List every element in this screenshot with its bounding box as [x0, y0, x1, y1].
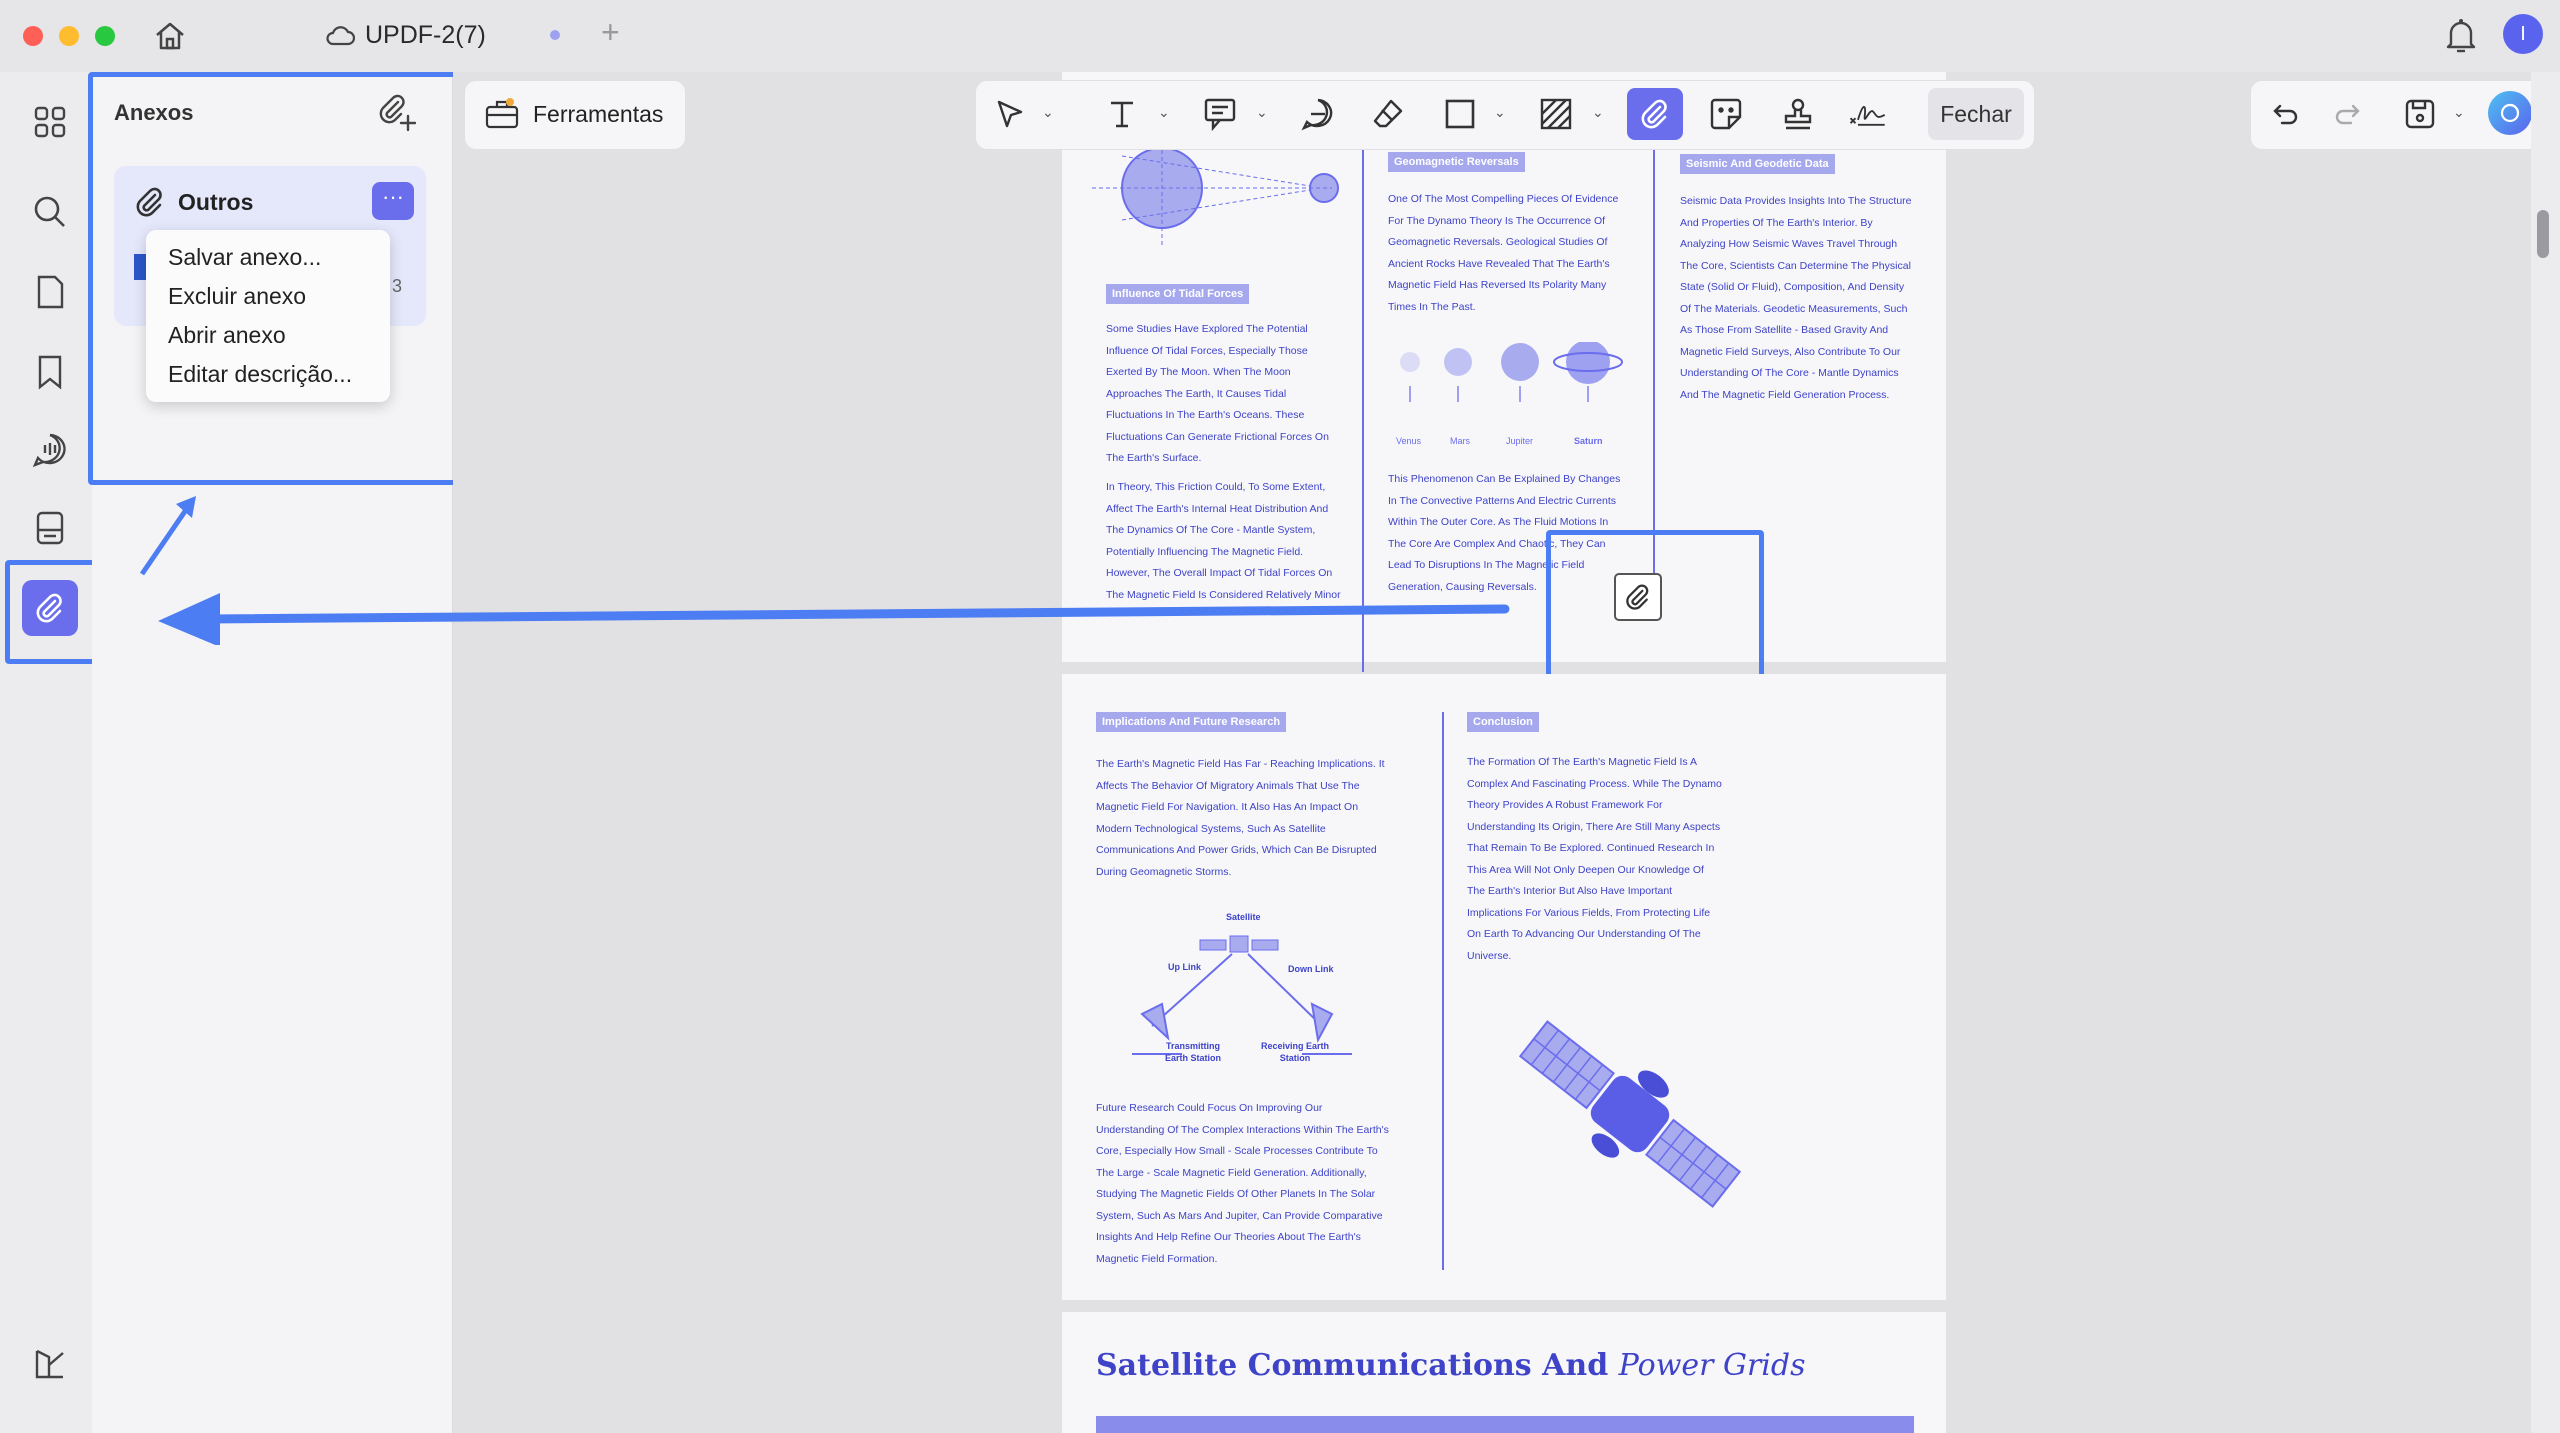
ai-assistant-icon[interactable]	[2488, 91, 2532, 135]
title-bar: UPDF-2(7) + I	[0, 0, 2560, 72]
left-rail	[0, 72, 113, 1433]
heading-implications: Implications And Future Research	[1096, 712, 1287, 732]
document-tab-title[interactable]: UPDF-2(7)	[365, 21, 486, 50]
zoom-window-button[interactable]	[95, 26, 115, 46]
eraser-icon[interactable]	[1368, 94, 1408, 134]
pdf-page-3: Satellite Communications And Power Grids	[1062, 1312, 1946, 1433]
vertical-scrollbar[interactable]	[2531, 72, 2560, 1433]
attachment-tool-button[interactable]	[1627, 88, 1683, 140]
paperclip-icon	[36, 593, 62, 623]
stamp-icon[interactable]	[1778, 94, 1818, 134]
toolbox-icon	[484, 96, 520, 135]
home-icon[interactable]	[152, 18, 188, 59]
comment-bubble-icon[interactable]	[1298, 94, 1338, 134]
thumbnails-grid-icon[interactable]	[22, 94, 78, 150]
minimize-window-button[interactable]	[59, 26, 79, 46]
label-receiving-station: Receiving Earth Station	[1260, 1041, 1330, 1063]
label-up-link: Up Link	[1168, 962, 1201, 972]
tidal-forces-diagram	[1092, 136, 1339, 246]
signature-icon[interactable]	[1848, 94, 1888, 134]
chevron-down-icon[interactable]: ⌄	[2453, 104, 2465, 121]
bookmark-icon[interactable]	[22, 344, 78, 400]
para-implications-2: Future Research Could Focus On Improving…	[1096, 1102, 1389, 1265]
label-satellite: Satellite	[1226, 912, 1261, 922]
close-annotation-label: Fechar	[1940, 101, 2012, 127]
panel-layout-icon[interactable]	[22, 1336, 78, 1392]
user-avatar[interactable]: I	[2503, 14, 2543, 54]
label-transmitting-station: Transmitting Earth Station	[1164, 1041, 1221, 1063]
new-tab-icon[interactable]: +	[601, 14, 620, 51]
page3-heading: Satellite Communications And Power Grids	[1096, 1348, 1806, 1383]
para-geo-1: One Of The Most Compelling Pieces Of Evi…	[1388, 193, 1619, 313]
heading-conclusion: Conclusion	[1467, 712, 1539, 732]
file-attachment-annotation[interactable]	[1614, 573, 1662, 621]
scrollbar-thumb[interactable]	[2537, 210, 2549, 258]
close-window-button[interactable]	[23, 26, 43, 46]
sticker-icon[interactable]	[1706, 94, 1746, 134]
chevron-down-icon[interactable]: ⌄	[1592, 104, 1604, 121]
pdf-page-2: Implications And Future Research The Ear…	[1062, 674, 1946, 1300]
unsaved-dot	[550, 30, 560, 40]
forms-icon[interactable]	[22, 500, 78, 556]
pages-icon[interactable]	[22, 264, 78, 320]
planets-illustration	[1400, 342, 1623, 402]
para-tidal-1: Some Studies Have Explored The Potential…	[1106, 323, 1329, 464]
heading-seismic-data: Seismic And Geodetic Data	[1680, 154, 1835, 174]
close-annotation-button[interactable]: Fechar	[1928, 88, 2024, 140]
pointer-arrow-icon	[158, 593, 1510, 645]
tools-label: Ferramentas	[533, 101, 664, 127]
page3-table-header-bar	[1096, 1416, 1914, 1433]
para-implications-1: The Earth's Magnetic Field Has Far - Rea…	[1096, 758, 1385, 878]
heading-tidal-forces: Influence Of Tidal Forces	[1106, 284, 1250, 304]
rectangle-shape-icon[interactable]	[1440, 94, 1480, 134]
undo-icon[interactable]	[2265, 94, 2305, 134]
label-down-link: Down Link	[1288, 964, 1334, 974]
chevron-down-icon[interactable]: ⌄	[1042, 104, 1054, 121]
chevron-down-icon[interactable]: ⌄	[1494, 104, 1506, 121]
redo-icon[interactable]	[2328, 94, 2368, 134]
satellite-illustration	[1518, 1020, 1742, 1208]
notification-bell-icon[interactable]	[2443, 16, 2479, 61]
chevron-down-icon[interactable]: ⌄	[1256, 104, 1268, 121]
text-callout-icon[interactable]	[1200, 94, 1240, 134]
chevron-down-icon[interactable]: ⌄	[1158, 104, 1170, 121]
comments-icon[interactable]	[22, 422, 78, 478]
para-seismic-1: Seismic Data Provides Insights Into The …	[1680, 195, 1912, 401]
area-highlight-icon[interactable]	[1536, 94, 1576, 134]
cloud-icon	[325, 22, 356, 53]
text-tool-icon[interactable]	[1102, 94, 1142, 134]
select-pointer-icon[interactable]	[990, 94, 1030, 134]
save-icon[interactable]	[2400, 94, 2440, 134]
paperclip-icon	[1626, 584, 1649, 610]
search-icon[interactable]	[22, 184, 78, 240]
para-conclusion: The Formation Of The Earth's Magnetic Fi…	[1467, 756, 1722, 962]
heading-geomagnetic-reversals: Geomagnetic Reversals	[1388, 152, 1525, 172]
column-divider	[1442, 712, 1444, 1270]
attachments-rail-button[interactable]	[22, 580, 78, 636]
pointer-arrow-icon	[139, 496, 196, 576]
panel-highlight-box	[88, 72, 460, 485]
paperclip-icon	[1641, 99, 1667, 129]
pdf-page-1: Influence Of Tidal Forces Some Studies H…	[1062, 72, 1946, 672]
